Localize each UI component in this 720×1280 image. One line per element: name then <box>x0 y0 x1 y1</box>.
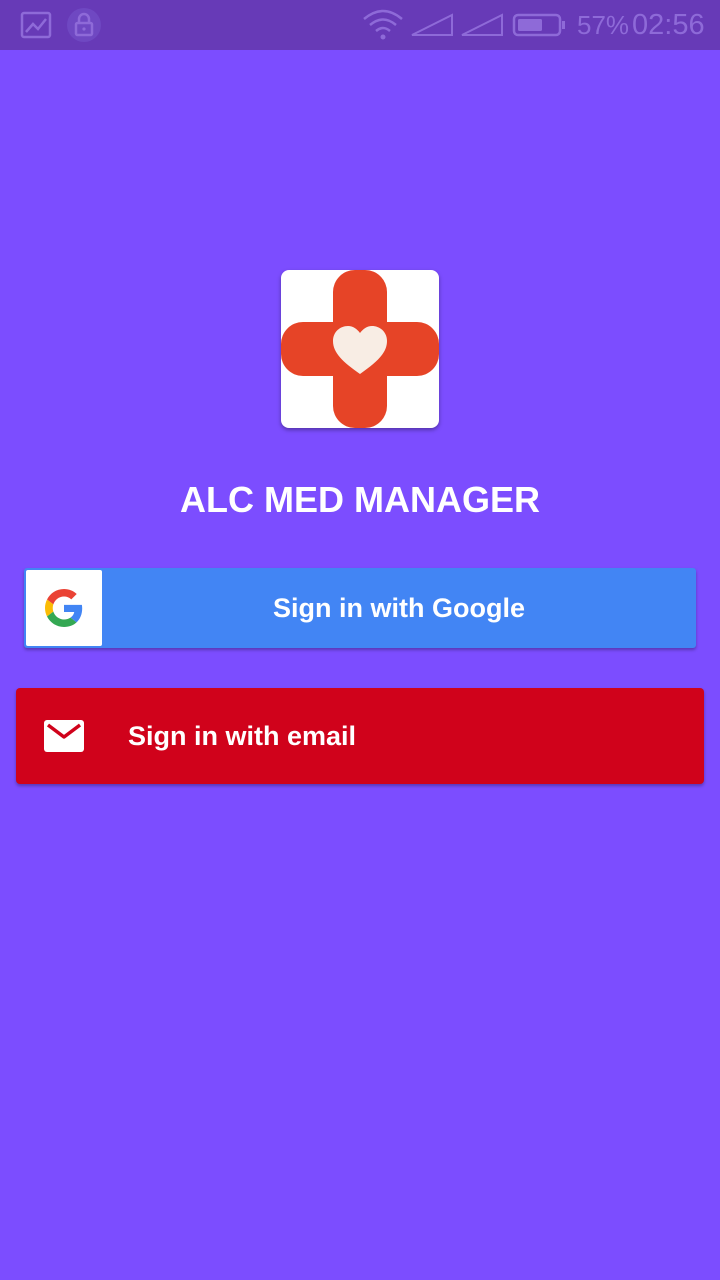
sign-in-email-label: Sign in with email <box>128 721 357 751</box>
sign-in-google-button[interactable]: Sign in with Google <box>24 568 696 648</box>
status-bar: 57% 02:56 <box>0 0 720 50</box>
battery-percent: 57% <box>577 10 630 40</box>
battery-icon <box>512 0 566 50</box>
mail-icon <box>44 720 84 757</box>
google-logo-container <box>26 570 102 646</box>
wifi-icon <box>362 0 404 50</box>
medical-cross-heart-logo <box>281 270 439 428</box>
sign-in-google-label: Sign in with Google <box>273 593 525 623</box>
clock: 02:56 <box>632 9 705 41</box>
sign-in-email-button[interactable]: Sign in with email <box>16 688 704 784</box>
signal-icon <box>460 0 504 50</box>
google-icon <box>45 589 83 627</box>
signal-icon <box>410 0 454 50</box>
lock-icon <box>66 0 102 50</box>
gallery-icon <box>20 0 52 50</box>
app-title: ALC MED MANAGER <box>180 479 540 520</box>
app-logo <box>281 270 439 428</box>
